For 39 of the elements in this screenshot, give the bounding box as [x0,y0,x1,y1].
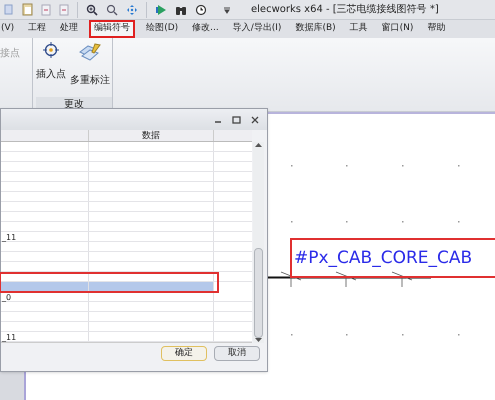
menu-item[interactable]: 处理 [57,20,82,38]
clock-icon[interactable] [195,4,207,16]
paste-icon[interactable] [22,3,33,16]
table-row[interactable]: _11 [1,232,252,242]
table-cell: _0 [1,292,89,301]
table-cell: _11 [1,332,89,341]
close-icon[interactable] [251,116,259,124]
pan-icon[interactable] [126,4,138,16]
menu-item[interactable]: 数据库(B) [292,20,339,38]
menu-item[interactable]: 导入/导出(I) [230,20,284,38]
symbol-label: #Px_CAB_CORE_CAB [294,247,472,270]
table-row[interactable]: _11 [1,332,252,342]
menu-item[interactable]: 工具 [346,20,371,38]
menu-item[interactable]: 修改... [189,20,222,38]
menu-item[interactable]: 编辑符号 [89,20,136,38]
play-icon[interactable] [155,4,167,16]
search-icon[interactable] [106,4,118,16]
menu-item[interactable]: (V) [0,20,18,38]
ribbon-button[interactable]: 多重标注 [70,42,110,97]
menu-item[interactable]: 绘图(D) [143,20,182,38]
scroll-up-icon[interactable] [255,142,262,147]
dialog-button[interactable]: 确定 [161,346,207,361]
document-icon[interactable] [41,4,51,16]
table-row[interactable]: _0 [1,292,252,302]
dropdown-icon[interactable] [223,6,231,14]
target-icon [43,42,59,58]
window-title: elecworks x64 - [三芯电缆接线图符号 *] [251,2,439,17]
document-icon[interactable] [59,4,69,16]
menu-item[interactable]: 帮助 [424,20,448,38]
zoom-in-icon[interactable] [86,4,98,16]
table-cell: _11 [1,232,89,241]
maximize-icon[interactable] [232,116,241,124]
dialog-button[interactable]: 取消 [214,346,260,361]
menu-item[interactable]: 工程 [25,20,50,38]
copy-icon[interactable] [4,4,14,16]
ribbon-button[interactable]: 插入点 [36,42,66,97]
table-row[interactable] [1,282,214,292]
scrollbar[interactable] [253,142,264,343]
menu-item[interactable]: 窗口(N) [378,20,416,38]
